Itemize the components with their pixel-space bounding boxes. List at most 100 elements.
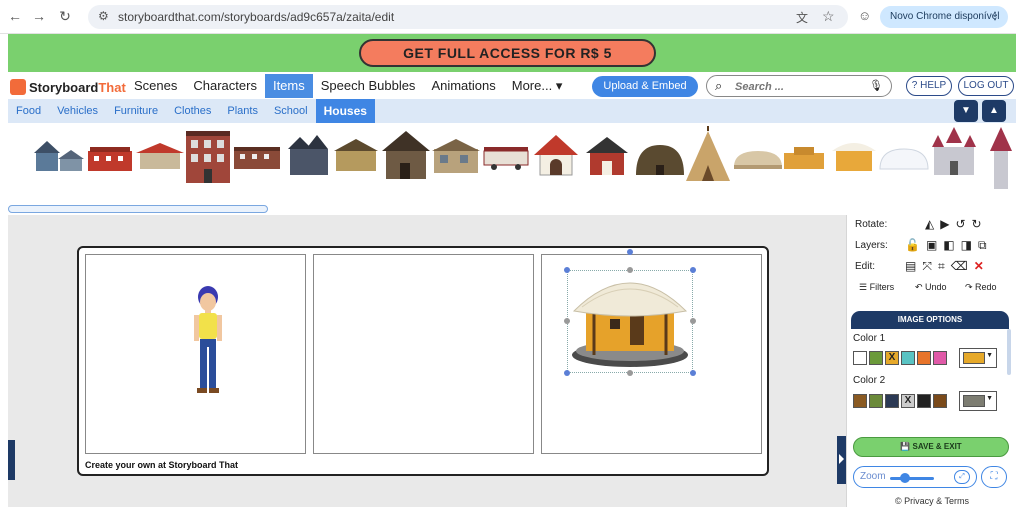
microphone-icon[interactable]: 🎙 [869,79,883,92]
site-info-icon[interactable]: ⚙ [98,9,109,23]
color-swatch[interactable]: X [885,351,899,365]
nav-item-animations[interactable]: Animations [423,74,503,98]
house-thumbnail[interactable] [534,135,578,176]
send-to-back-icon[interactable]: ⧉ [978,238,987,253]
delete-icon[interactable]: ✕ [974,259,984,274]
house-thumbnail[interactable] [990,127,1012,189]
subnav-item-furniture[interactable]: Furniture [106,99,166,123]
bring-to-front-icon[interactable]: ▣ [926,238,937,253]
extensions-icon[interactable]: ☺ [858,8,871,23]
filters-button[interactable]: ☰ Filters [859,282,894,293]
house-thumbnail[interactable] [234,147,280,169]
house-thumbnail[interactable] [932,127,976,175]
rotate-left-icon[interactable]: ↺ [955,217,965,231]
color1-picker[interactable]: ▼ [959,348,997,368]
bring-forward-icon[interactable]: ◧ [943,238,954,253]
house-thumbnail[interactable] [88,147,132,171]
color-swatch[interactable] [933,394,947,408]
bookmark-star-icon[interactable]: ☆ [822,8,835,25]
nav-item-speech-bubbles[interactable]: Speech Bubbles [313,74,424,98]
color-swatch[interactable] [917,351,931,365]
color1-label: Color 1 [853,333,886,344]
upload-embed-button[interactable]: Upload & Embed [592,76,698,97]
house-thumbnail[interactable] [334,139,378,171]
copy-icon[interactable]: ▤ [905,259,916,274]
privacy-terms-link[interactable]: © Privacy & Terms [895,496,969,506]
left-panel-toggle[interactable] [8,440,15,480]
storyboard-cell-3[interactable] [541,249,762,454]
logout-button[interactable]: LOG OUT [958,76,1014,96]
character-boy[interactable] [190,285,226,397]
nav-item-scenes[interactable]: Scenes [126,74,185,98]
redo-button[interactable]: ↷ Redo [965,282,997,293]
subnav-item-houses[interactable]: Houses [315,99,375,123]
save-exit-button[interactable]: 💾 SAVE & EXIT [853,437,1009,457]
right-panel-toggle[interactable] [837,436,846,484]
color-swatch[interactable] [885,394,899,408]
house-thumbnail[interactable] [832,143,876,171]
back-icon[interactable]: ← [6,7,24,25]
translate-icon[interactable]: 文 [796,9,808,26]
color-swatch[interactable]: X [901,394,915,408]
reload-icon[interactable]: ↻ [56,7,74,25]
house-thumbnail[interactable] [734,151,782,169]
address-bar[interactable]: ⚙ storyboardthat.com/storyboards/ad9c657… [88,5,848,29]
storyboard-cell-1[interactable] [85,254,306,454]
house-thumbnail[interactable] [586,137,628,175]
eraser-icon[interactable]: ⌫ [951,259,968,274]
main-nav: Storyboard That Scenes Characters Items … [8,74,1016,98]
house-thumbnail[interactable] [382,131,430,179]
color-swatch[interactable] [917,394,931,408]
subnav-item-clothes[interactable]: Clothes [166,99,219,123]
resize-icon[interactable]: ⤧ [922,259,932,274]
house-thumbnail[interactable] [186,131,230,183]
nav-item-more[interactable]: More... ▾ [504,74,571,98]
house-thumbnail[interactable] [879,148,929,170]
house-thumbnail[interactable] [686,126,730,181]
color-swatch[interactable] [901,351,915,365]
search-input[interactable] [735,79,865,94]
zoom-slider-track[interactable] [890,477,934,480]
hut-image[interactable] [568,271,692,371]
subnav-item-food[interactable]: Food [8,99,49,123]
house-thumbnail[interactable] [784,147,824,169]
send-backward-icon[interactable]: ◨ [961,238,972,253]
color-swatch[interactable] [869,351,883,365]
forward-icon[interactable]: → [30,7,48,25]
storyboard-cell-2[interactable] [313,254,534,454]
subnav-item-school[interactable]: School [266,99,316,123]
full-access-button[interactable]: GET FULL ACCESS FOR R$ 5 [359,39,656,67]
subnav-item-vehicles[interactable]: Vehicles [49,99,106,123]
scroll-up-button[interactable]: ▲ [982,100,1006,122]
library-scrollbar[interactable] [8,205,268,213]
panel-scrollbar[interactable] [1007,329,1011,375]
zoom-slider-handle[interactable] [900,473,910,483]
nav-item-items[interactable]: Items [264,74,313,98]
rotate-right-icon[interactable]: ↻ [972,217,982,231]
lock-icon[interactable]: 🔓 [905,238,920,253]
color-swatch[interactable] [853,351,867,365]
help-button[interactable]: ? HELP [906,76,952,96]
color-swatch[interactable] [869,394,883,408]
rotate-handle[interactable] [627,249,633,255]
house-thumbnail[interactable] [483,147,529,170]
color2-picker[interactable]: ▼ [959,391,997,411]
chrome-update-button[interactable]: Novo Chrome disponível ⋮ [880,6,1008,28]
house-thumbnail[interactable] [34,141,84,171]
storyboardthat-logo[interactable]: Storyboard That [10,78,126,96]
fullscreen-button[interactable]: ⛶ [981,466,1007,488]
crop-icon[interactable]: ⌗ [938,259,945,274]
house-thumbnail[interactable] [288,135,328,175]
house-thumbnail[interactable] [636,145,684,175]
flip-horizontal-icon[interactable]: ▶ [940,217,949,231]
flip-vertical-icon[interactable]: ◭ [925,217,934,231]
house-thumbnail[interactable] [136,143,184,169]
color-swatch[interactable] [933,351,947,365]
undo-button[interactable]: ↶ Undo [915,282,947,293]
nav-item-characters[interactable]: Characters [185,74,265,98]
house-thumbnail[interactable] [432,139,480,173]
subnav-item-plants[interactable]: Plants [219,99,266,123]
color-swatch[interactable] [853,394,867,408]
scroll-down-button[interactable]: ▼ [954,100,978,122]
fit-to-screen-icon[interactable]: ⤢ [954,470,970,484]
